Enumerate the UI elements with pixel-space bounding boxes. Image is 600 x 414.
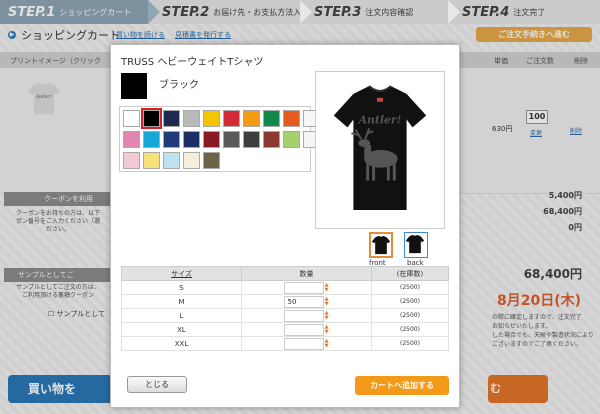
product-name: TRUSS ヘビーウェイトTシャツ: [121, 57, 264, 68]
color-swatch[interactable]: [263, 131, 280, 148]
quantity-cell: ▲ ▼: [241, 280, 372, 295]
size-label: XL: [121, 322, 242, 337]
color-swatch[interactable]: [283, 110, 300, 127]
quantity-cell: 50 ▲ ▼: [241, 294, 372, 309]
size-row: M 50 ▲ ▼ (2500): [121, 294, 449, 309]
quantity-stepper[interactable]: ▲ ▼: [324, 296, 330, 307]
color-swatch[interactable]: [163, 131, 180, 148]
quantity-input[interactable]: [283, 337, 324, 350]
size-label: S: [121, 280, 242, 295]
quantity-stepper[interactable]: ▲ ▼: [324, 338, 330, 349]
size-label: L: [121, 308, 242, 323]
stock-count: (2500): [371, 280, 449, 295]
quantity-stepper[interactable]: ▲ ▼: [324, 282, 330, 293]
size-label: M: [121, 294, 242, 309]
selected-color-swatch: [121, 73, 147, 99]
stock-count: (2500): [371, 308, 449, 323]
color-swatch[interactable]: [243, 110, 260, 127]
quantity-input[interactable]: [283, 309, 324, 322]
color-swatch[interactable]: [203, 110, 220, 127]
color-swatch[interactable]: [183, 131, 200, 148]
quantity-input[interactable]: [283, 281, 324, 294]
selected-color-name: ブラック: [159, 80, 199, 91]
color-swatch[interactable]: [223, 131, 240, 148]
size-row: XL ▲ ▼ (2500): [121, 322, 449, 337]
color-swatch[interactable]: [123, 110, 140, 127]
color-swatch[interactable]: [183, 110, 200, 127]
size-quantity-table: サイズ 数量 (在庫数) S ▲ ▼ (2500) M 50 ▲ ▼ (2500) L ▲ ▼ (250…: [121, 266, 449, 351]
size-label: XXL: [121, 336, 242, 351]
color-swatch[interactable]: [203, 152, 220, 169]
size-row: XXL ▲ ▼ (2500): [121, 336, 449, 351]
size-row: L ▲ ▼ (2500): [121, 308, 449, 323]
stock-count: (2500): [371, 336, 449, 351]
front-view-thumbnail[interactable]: [369, 232, 393, 258]
color-swatch[interactable]: [123, 131, 140, 148]
color-swatch[interactable]: [163, 152, 180, 169]
color-swatch[interactable]: [163, 110, 180, 127]
quantity-stepper[interactable]: ▲ ▼: [324, 310, 330, 321]
stock-count: (2500): [371, 294, 449, 309]
back-view-thumbnail[interactable]: [404, 232, 428, 258]
quantity-column-header: 数量: [241, 266, 372, 281]
quantity-cell: ▲ ▼: [241, 336, 372, 351]
size-column-header: サイズ: [121, 266, 242, 281]
print-text: Antler!: [358, 113, 402, 126]
color-swatch[interactable]: [203, 131, 220, 148]
tshirt-preview: Antler!: [315, 71, 445, 229]
close-button[interactable]: とじる: [127, 376, 187, 393]
size-row: S ▲ ▼ (2500): [121, 280, 449, 295]
color-swatch[interactable]: [223, 110, 240, 127]
quantity-input[interactable]: 50: [283, 295, 324, 308]
stock-column-header: (在庫数): [371, 266, 449, 281]
quantity-cell: ▲ ▼: [241, 322, 372, 337]
color-palette: [119, 106, 320, 172]
color-swatch[interactable]: [123, 152, 140, 169]
color-swatch[interactable]: [263, 110, 280, 127]
product-options-modal: TRUSS ヘビーウェイトTシャツ ブラック Antler! front bac…: [110, 44, 460, 408]
color-swatch[interactable]: [143, 152, 160, 169]
color-swatch[interactable]: [283, 131, 300, 148]
color-swatch[interactable]: [243, 131, 260, 148]
color-swatch[interactable]: [143, 131, 160, 148]
color-swatch[interactable]: [141, 108, 162, 129]
quantity-input[interactable]: [283, 323, 324, 336]
color-swatch[interactable]: [183, 152, 200, 169]
add-to-cart-button[interactable]: カートへ追加する: [355, 376, 449, 395]
quantity-stepper[interactable]: ▲ ▼: [324, 324, 330, 335]
quantity-cell: ▲ ▼: [241, 308, 372, 323]
stock-count: (2500): [371, 322, 449, 337]
